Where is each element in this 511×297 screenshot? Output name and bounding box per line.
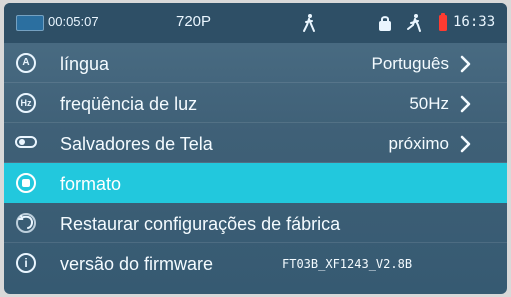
settings-menu: A língua Português Hz freqüência de luz … bbox=[4, 43, 507, 294]
menu-row-screen-savers[interactable]: Salvadores de Tela próximo bbox=[4, 123, 507, 163]
person-walk-icon bbox=[300, 13, 318, 33]
info-icon: i bbox=[16, 253, 36, 273]
chevron-right-icon bbox=[459, 93, 473, 115]
menu-row-label: Salvadores de Tela bbox=[60, 134, 213, 154]
menu-row-label: língua bbox=[60, 54, 110, 74]
firmware-version-value: FT03B_XF1243_V2.8B bbox=[282, 257, 413, 271]
menu-row-factory-reset[interactable]: Restaurar configurações de fábrica bbox=[4, 203, 507, 243]
status-bar: 00:05:07 720P 16:33 bbox=[4, 3, 507, 43]
clock-time: 16:33 bbox=[453, 14, 496, 30]
menu-row-value: 50Hz bbox=[409, 94, 449, 113]
record-icon bbox=[16, 15, 44, 31]
chevron-right-icon bbox=[459, 53, 473, 75]
menu-row-value: próximo bbox=[388, 134, 449, 153]
menu-row-label: versão do firmware bbox=[60, 254, 214, 274]
person-run-icon bbox=[405, 13, 423, 33]
menu-row-label: Restaurar configurações de fábrica bbox=[60, 214, 341, 234]
lock-icon bbox=[376, 13, 394, 33]
menu-row-firmware-version: i versão do firmware FT03B_XF1243_V2.8B bbox=[4, 243, 507, 283]
menu-row-language[interactable]: A língua Português bbox=[4, 43, 507, 83]
menu-row-label: formato bbox=[60, 174, 122, 194]
menu-row-value: Português bbox=[371, 54, 450, 73]
recording-time: 00:05:07 bbox=[48, 14, 99, 29]
chevron-right-icon bbox=[459, 133, 473, 155]
menu-row-format[interactable]: formato bbox=[4, 163, 507, 203]
toggle-icon bbox=[15, 136, 37, 148]
device-screen: 00:05:07 720P 16:33 A língua Português H… bbox=[4, 3, 507, 294]
restore-icon bbox=[16, 213, 36, 233]
menu-row-light-frequency[interactable]: Hz freqüência de luz 50Hz bbox=[4, 83, 507, 123]
a-circle-icon: A bbox=[16, 53, 36, 73]
hz-circle-icon: Hz bbox=[16, 93, 36, 113]
sd-card-icon bbox=[16, 173, 36, 193]
battery-icon bbox=[436, 13, 450, 33]
resolution-label: 720P bbox=[176, 13, 212, 30]
menu-row-label: freqüência de luz bbox=[60, 94, 198, 114]
